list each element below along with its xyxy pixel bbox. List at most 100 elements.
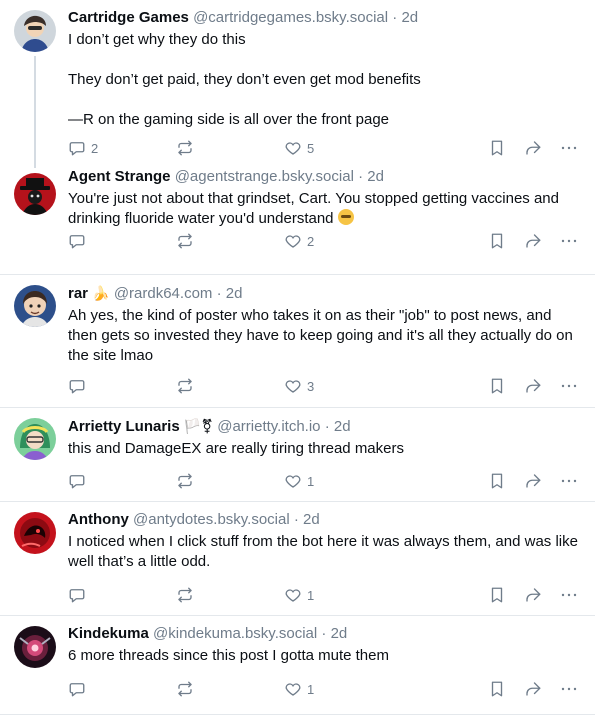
separator: ·: [321, 625, 327, 642]
post-time[interactable]: 2d: [401, 9, 418, 26]
bookmark-icon: [488, 680, 506, 698]
reply-button[interactable]: [68, 678, 91, 700]
author-name[interactable]: Agent Strange: [68, 168, 171, 185]
reply-count: 2: [91, 140, 99, 156]
avatar[interactable]: [14, 173, 56, 215]
more-button[interactable]: [560, 137, 578, 159]
separator: ·: [324, 418, 330, 435]
author-name[interactable]: Anthony: [68, 511, 129, 528]
more-button[interactable]: [560, 678, 578, 700]
author-name[interactable]: Cartridge Games: [68, 9, 189, 26]
post-header: rar 🍌 @rardk64.com · 2d: [68, 283, 583, 304]
author-name[interactable]: Kindekuma: [68, 625, 149, 642]
more-button[interactable]: [560, 230, 578, 252]
post-text: this and DamageEX are really tiring thre…: [68, 439, 583, 459]
author-name[interactable]: Arrietty Lunaris: [68, 418, 180, 435]
like-button[interactable]: 3: [284, 375, 314, 397]
bookmark-button[interactable]: [488, 470, 506, 492]
like-button[interactable]: 5: [284, 137, 314, 159]
reply-button[interactable]: [68, 584, 91, 606]
share-button[interactable]: [524, 375, 542, 397]
post-time[interactable]: 2d: [331, 625, 348, 642]
like-button[interactable]: 1: [284, 584, 314, 606]
repost-icon: [176, 586, 194, 604]
reply-icon: [68, 472, 86, 490]
share-button[interactable]: [524, 230, 542, 252]
reply-button[interactable]: [68, 230, 91, 252]
like-icon: [284, 586, 302, 604]
avatar[interactable]: [14, 285, 56, 327]
post-text: Ah yes, the kind of poster who takes it …: [68, 306, 583, 366]
bookmark-icon: [488, 139, 506, 157]
reply-button[interactable]: 2: [68, 137, 98, 159]
reply-icon: [68, 139, 86, 157]
like-count: 2: [307, 233, 315, 249]
post[interactable]: Cartridge Games @cartridgegames.bsky.soc…: [0, 0, 595, 168]
author-handle[interactable]: @agentstrange.bsky.social: [175, 168, 354, 185]
repost-button[interactable]: [176, 470, 199, 492]
reply-button[interactable]: [68, 470, 91, 492]
more-button[interactable]: [560, 584, 578, 606]
post-text: I don’t get why they do this They don’t …: [68, 30, 583, 130]
bookmark-button[interactable]: [488, 678, 506, 700]
bookmark-button[interactable]: [488, 137, 506, 159]
share-button[interactable]: [524, 137, 542, 159]
share-icon: [524, 377, 542, 395]
author-handle[interactable]: @antydotes.bsky.social: [133, 511, 290, 528]
like-count: 1: [307, 587, 315, 603]
repost-button[interactable]: [176, 230, 199, 252]
post-actions: 1: [68, 470, 583, 492]
share-button[interactable]: [524, 470, 542, 492]
like-icon: [284, 232, 302, 250]
post-content: Cartridge Games @cartridgegames.bsky.soc…: [68, 8, 583, 130]
more-button[interactable]: [560, 470, 578, 492]
post-body: You're just not about that grindset, Car…: [68, 190, 559, 227]
bookmark-button[interactable]: [488, 230, 506, 252]
bookmark-button[interactable]: [488, 584, 506, 606]
reply-icon: [68, 232, 86, 250]
post-body: this and DamageEX are really tiring thre…: [68, 440, 404, 457]
post-time[interactable]: 2d: [334, 418, 351, 435]
repost-button[interactable]: [176, 584, 199, 606]
bookmark-button[interactable]: [488, 375, 506, 397]
post-content: Agent Strange @agentstrange.bsky.social …: [68, 167, 583, 229]
post-content: Arrietty Lunaris 🏳️⚧ @arrietty.itch.io ·…: [68, 416, 583, 459]
author-handle[interactable]: @cartridgegames.bsky.social: [193, 9, 388, 26]
more-icon: [560, 139, 578, 157]
author-name[interactable]: rar: [68, 285, 88, 302]
avatar[interactable]: [14, 512, 56, 554]
reply-button[interactable]: [68, 375, 91, 397]
like-button[interactable]: 1: [284, 678, 314, 700]
separator: ·: [392, 9, 398, 26]
share-icon: [524, 232, 542, 250]
reply-icon: [68, 586, 86, 604]
share-button[interactable]: [524, 678, 542, 700]
post[interactable]: Arrietty Lunaris 🏳️⚧ @arrietty.itch.io ·…: [0, 408, 595, 502]
repost-button[interactable]: [176, 678, 199, 700]
like-button[interactable]: 1: [284, 470, 314, 492]
post[interactable]: Kindekuma @kindekuma.bsky.social · 2d 6 …: [0, 616, 595, 715]
repost-button[interactable]: [176, 375, 199, 397]
like-button[interactable]: 2: [284, 230, 314, 252]
like-icon: [284, 139, 302, 157]
post-text: I noticed when I click stuff from the bo…: [68, 532, 583, 572]
bookmark-icon: [488, 586, 506, 604]
post-paragraph: —R on the gaming side is all over the fr…: [68, 111, 390, 128]
author-handle[interactable]: @rardk64.com: [114, 285, 213, 302]
repost-button[interactable]: [176, 137, 199, 159]
author-handle[interactable]: @arrietty.itch.io: [217, 418, 320, 435]
post-time[interactable]: 2d: [303, 511, 320, 528]
face-emoji: [337, 209, 354, 225]
post[interactable]: Anthony @antydotes.bsky.social · 2d I no…: [0, 502, 595, 616]
post[interactable]: rar 🍌 @rardk64.com · 2d Ah yes, the kind…: [0, 275, 595, 408]
avatar[interactable]: [14, 418, 56, 460]
share-button[interactable]: [524, 584, 542, 606]
more-button[interactable]: [560, 375, 578, 397]
post-time[interactable]: 2d: [226, 285, 243, 302]
post-time[interactable]: 2d: [367, 168, 384, 185]
author-handle[interactable]: @kindekuma.bsky.social: [153, 625, 317, 642]
post[interactable]: Agent Strange @agentstrange.bsky.social …: [0, 164, 595, 275]
avatar[interactable]: [14, 626, 56, 668]
repost-icon: [176, 680, 194, 698]
avatar[interactable]: [14, 10, 56, 52]
